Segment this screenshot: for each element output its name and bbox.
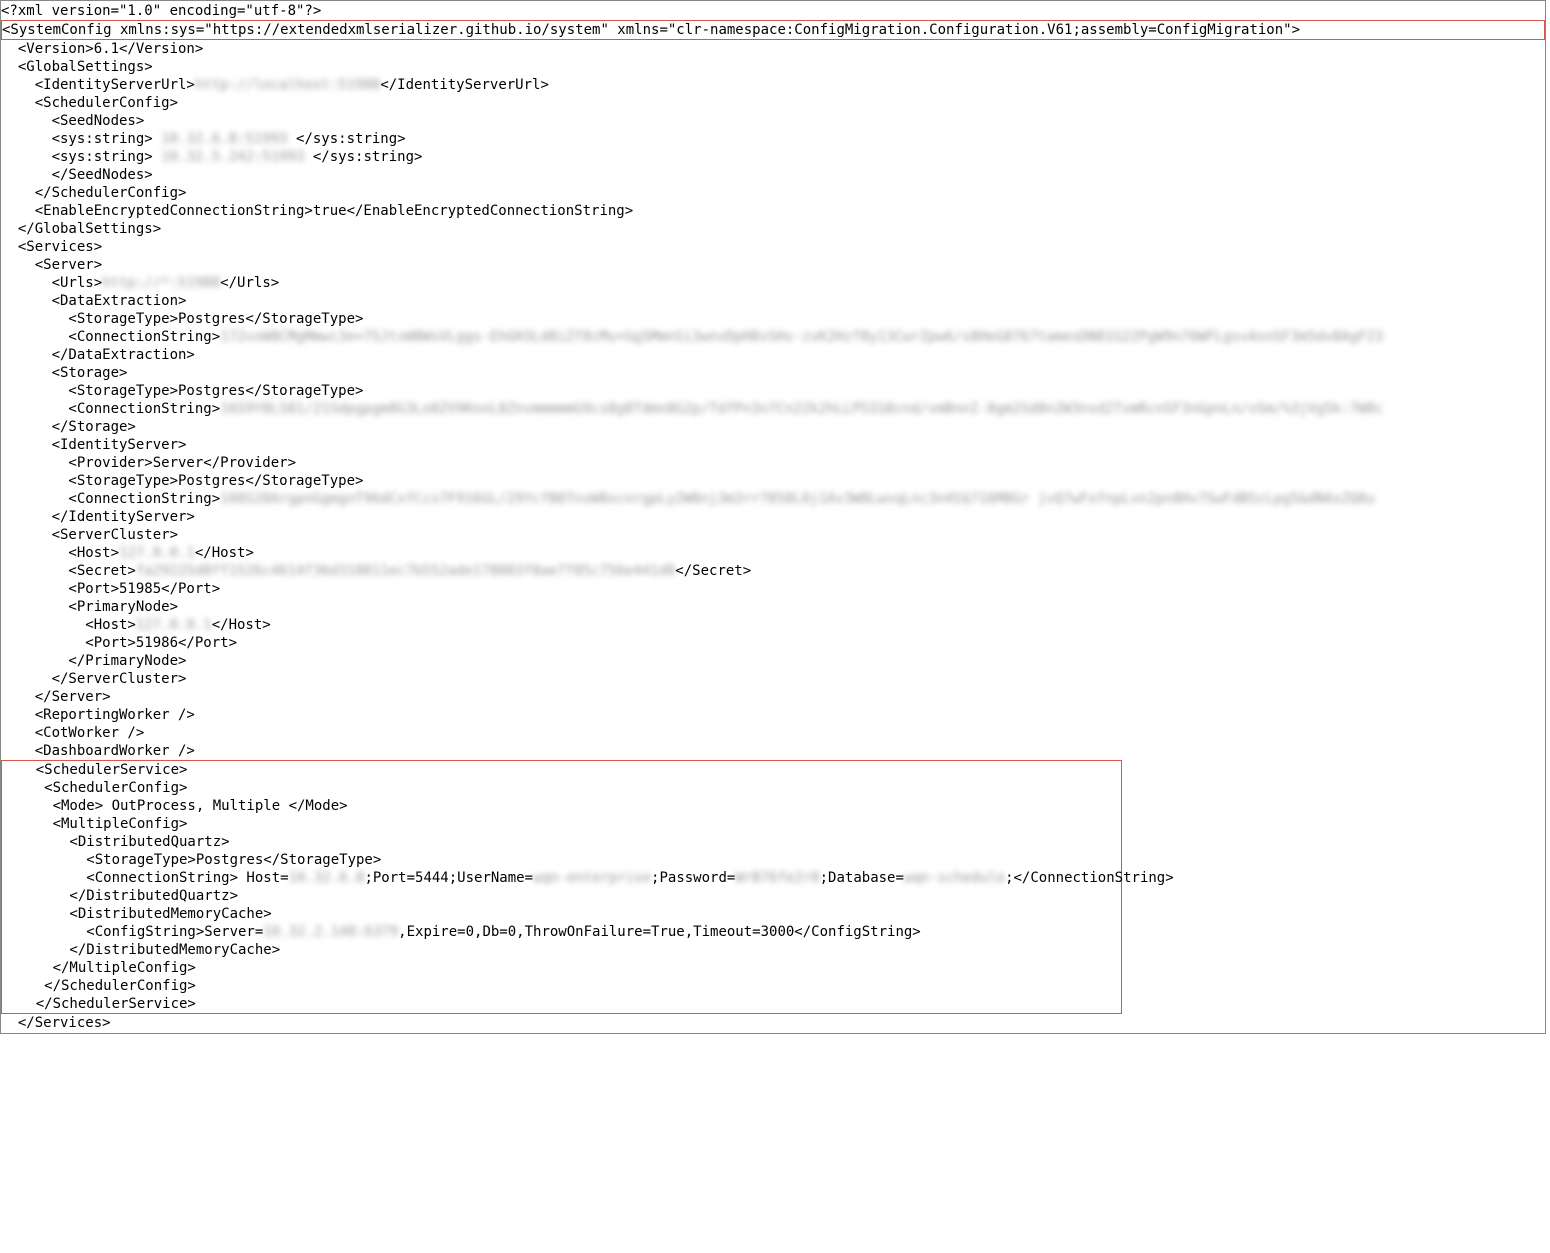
blurred-pwd: WrB76fe2r8 (735, 869, 819, 887)
systemconfig-open-highlight: <SystemConfig xmlns:sys="https://extende… (1, 20, 1545, 40)
schedulerconfig-close: </SchedulerConfig> (2, 977, 1121, 995)
services-close: </Services> (1, 1014, 1545, 1032)
sysstring-1: <sys:string> 10.32.6.8:51993 </sys:strin… (1, 130, 1545, 148)
identityserverurl: <IdentityServerUrl>http://localhost:5198… (1, 76, 1545, 94)
storage-close: </Storage> (1, 418, 1545, 436)
sysstring-2: <sys:string> 10.32.5.242:51993 </sys:str… (1, 148, 1545, 166)
storage-open: <Storage> (1, 364, 1545, 382)
blurred-host: 10.32.6.8 (289, 869, 365, 887)
blurred-secret: fa29225d8ff1526c4614f36d318811ec7b552ade… (136, 562, 675, 580)
connectionstring: <ConnectionString> Host=10.32.6.8;Port=5… (2, 869, 1121, 887)
seednodes-close: </SeedNodes> (1, 166, 1545, 184)
version: <Version>6.1</Version> (1, 40, 1545, 58)
reportingworker: <ReportingWorker /> (1, 706, 1545, 724)
distributedmemorycache-close: </DistributedMemoryCache> (2, 941, 1121, 959)
host: <Host>127.0.0.1</Host> (1, 544, 1545, 562)
blurred-connstr: 16S9Y8LS81/21Sdpgpgm8G3Lo8ZV9KnnL8Znvmmm… (220, 400, 1383, 418)
storagetype: <StorageType>Postgres</StorageType> (1, 472, 1545, 490)
provider: <Provider>Server</Provider> (1, 454, 1545, 472)
urls: <Urls>http://*:51988</Urls> (1, 274, 1545, 292)
servercluster-close: </ServerCluster> (1, 670, 1545, 688)
dataextraction-open: <DataExtraction> (1, 292, 1545, 310)
multipleconfig-close: </MultipleConfig> (2, 959, 1121, 977)
dashboardworker: <DashboardWorker /> (1, 742, 1545, 760)
blurred-connstr: 172vxW8CMgMmwc3e=75JtxW8WsVLggs-EhGH3Ld8… (220, 328, 1383, 346)
blurred-host: 10.32.6.8:51993 (161, 130, 287, 148)
port: <Port>51985</Port> (1, 580, 1545, 598)
blurred-connstr: 108S28ArgpnGgmgnT96dCxfCcs7F916GL/29YcfB… (220, 490, 1375, 508)
mode: <Mode> OutProcess, Multiple </Mode> (2, 797, 1121, 815)
blurred-url: http://localhost:51988 (195, 76, 380, 94)
distributedquartz-close: </DistributedQuartz> (2, 887, 1121, 905)
schedulerservice-close: </SchedulerService> (2, 995, 1121, 1013)
xml-declaration: <?xml version="1.0" encoding="utf-8"?> (1, 2, 1545, 20)
schedulerconfig-open: <SchedulerConfig> (2, 779, 1121, 797)
multipleconfig-open: <MultipleConfig> (2, 815, 1121, 833)
blurred-host: 127.0.0.1 (119, 544, 195, 562)
blurred-user: wqn-enterprise (533, 869, 651, 887)
schedulerconfig-open: <SchedulerConfig> (1, 94, 1545, 112)
port: <Port>51986</Port> (1, 634, 1545, 652)
blurred-server: 10.32.2.148:6379 (263, 923, 398, 941)
schedulerservice-highlight: <SchedulerService> <SchedulerConfig> <Mo… (1, 760, 1122, 1014)
distributedquartz-open: <DistributedQuartz> (2, 833, 1121, 851)
connectionstring: <ConnectionString>108S28ArgpnGgmgnT96dCx… (1, 490, 1545, 508)
blurred-db: wqn-schedule (904, 869, 1005, 887)
globalsettings-close: </GlobalSettings> (1, 220, 1545, 238)
configstring: <ConfigString>Server=10.32.2.148:6379,Ex… (2, 923, 1121, 941)
storagetype: <StorageType>Postgres</StorageType> (2, 851, 1121, 869)
server-open: <Server> (1, 256, 1545, 274)
seednodes-open: <SeedNodes> (1, 112, 1545, 130)
blurred-host: 10.32.5.242:51993 (161, 148, 304, 166)
storagetype: <StorageType>Postgres</StorageType> (1, 382, 1545, 400)
identityserver-open: <IdentityServer> (1, 436, 1545, 454)
enable-encrypted: <EnableEncryptedConnectionString>true</E… (1, 202, 1545, 220)
dataextraction-close: </DataExtraction> (1, 346, 1545, 364)
secret: <Secret>fa29225d8ff1526c4614f36d318811ec… (1, 562, 1545, 580)
primarynode-open: <PrimaryNode> (1, 598, 1545, 616)
servercluster-open: <ServerCluster> (1, 526, 1545, 544)
connectionstring: <ConnectionString>172vxW8CMgMmwc3e=75Jtx… (1, 328, 1545, 346)
blurred-host: 127.0.0.1 (136, 616, 212, 634)
distributedmemorycache-open: <DistributedMemoryCache> (2, 905, 1121, 923)
server-close: </Server> (1, 688, 1545, 706)
host: <Host>127.0.0.1</Host> (1, 616, 1545, 634)
storagetype: <StorageType>Postgres</StorageType> (1, 310, 1545, 328)
primarynode-close: </PrimaryNode> (1, 652, 1545, 670)
globalsettings-open: <GlobalSettings> (1, 58, 1545, 76)
cotworker: <CotWorker /> (1, 724, 1545, 742)
blurred-url: http://*:51988 (102, 274, 220, 292)
identityserver-close: </IdentityServer> (1, 508, 1545, 526)
xml-document: <?xml version="1.0" encoding="utf-8"?> <… (0, 0, 1546, 1034)
services-open: <Services> (1, 238, 1545, 256)
connectionstring: <ConnectionString>16S9Y8LS81/21Sdpgpgm8G… (1, 400, 1545, 418)
schedulerservice-open: <SchedulerService> (2, 761, 1121, 779)
schedulerconfig-close: </SchedulerConfig> (1, 184, 1545, 202)
